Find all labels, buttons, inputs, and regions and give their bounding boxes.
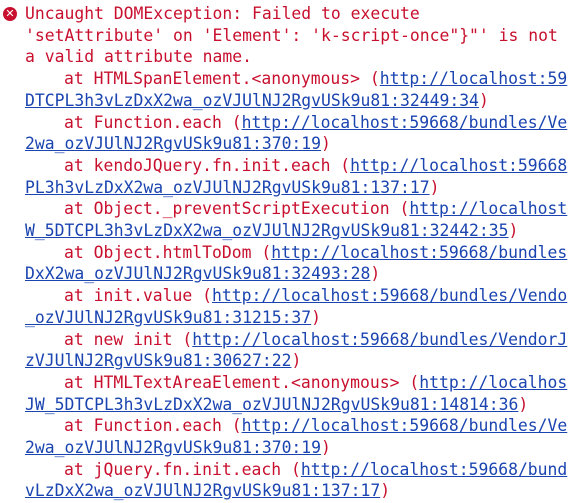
stack-frame-close-paren: ) [429, 177, 440, 197]
stack-frame-line: at Object.htmlToDom (http://localhost:59… [0, 242, 569, 264]
stack-frame-continuation: _ozVJUlNJ2RgvUSk9u81:31215:37) [0, 307, 569, 329]
stack-frame-close-paren: ) [380, 481, 391, 501]
stack-frame-function: at HTMLTextAreaElement.<anonymous> ( [64, 372, 420, 392]
stack-frame-function: at Object.htmlToDom ( [64, 242, 272, 262]
stack-frame-continuation: 2wa_ozVJUlNJ2RgvUSk9u81:370:19) [0, 133, 569, 155]
stack-frame-function: at new init ( [64, 329, 193, 349]
stack-frame-continuation: 2wa_ozVJUlNJ2RgvUSk9u81:370:19) [0, 437, 569, 459]
stack-frame-close-paren: ) [478, 90, 489, 110]
stack-frame-link[interactable]: 2wa_ozVJUlNJ2RgvUSk9u81:370:19 [25, 134, 321, 153]
stack-frame-continuation: zVJUlNJ2RgvUSk9u81:30627:22) [0, 350, 569, 372]
stack-frame-link[interactable]: DTCPL3h3vLzDxX2wa_ozVJUlNJ2RgvUSk9u81:32… [25, 91, 479, 110]
stack-frame-function: at HTMLSpanElement.<anonymous> ( [64, 69, 380, 89]
stack-frame-close-paren: ) [291, 351, 302, 371]
stack-frame-link[interactable]: http://localhost [409, 199, 567, 218]
stack-frame-line: at jQuery.fn.init.each (http://localhost… [0, 459, 569, 481]
stack-frame-link[interactable]: http://localhost:59668 [350, 156, 567, 175]
stack-frame-line: at HTMLSpanElement.<anonymous> (http://l… [0, 68, 569, 90]
stack-frame-line: at Function.each (http://localhost:59668… [0, 112, 569, 134]
error-message-line-2: 'setAttribute' on 'Element': 'k-script-o… [25, 25, 558, 45]
stack-frame-link[interactable]: http://localhost:59668/bundles/VendorJ [192, 330, 567, 349]
stack-frame-link[interactable]: http://localhost:59668/bund [301, 460, 567, 479]
stack-frame-link[interactable]: 2wa_ozVJUlNJ2RgvUSk9u81:370:19 [25, 438, 321, 457]
error-message-line-3: a valid attribute name. [25, 47, 252, 67]
stack-frame-line: at new init (http://localhost:59668/bund… [0, 329, 569, 351]
stack-frame-function: at kendoJQuery.fn.init.each ( [64, 155, 351, 175]
stack-frame-function: at init.value ( [64, 286, 213, 306]
stack-frame-close-paren: ) [311, 307, 322, 327]
stack-frame-close-paren: ) [518, 394, 529, 414]
stack-frame-link[interactable]: PL3h3vLzDxX2wa_ozVJUlNJ2RgvUSk9u81:137:1… [25, 178, 430, 197]
stack-frame-line: at init.value (http://localhost:59668/bu… [0, 285, 569, 307]
stack-frame-link[interactable]: vLzDxX2wa_ozVJUlNJ2RgvUSk9u81:137:17 [25, 481, 380, 500]
error-message-line-1: Uncaught DOMException: Failed to execute [25, 4, 420, 23]
stack-frame-continuation: vLzDxX2wa_ozVJUlNJ2RgvUSk9u81:137:17) [0, 480, 569, 502]
stack-frame-continuation: PL3h3vLzDxX2wa_ozVJUlNJ2RgvUSk9u81:137:1… [0, 177, 569, 199]
stack-frame-function: at jQuery.fn.init.each ( [64, 459, 301, 479]
stack-frame-line: at HTMLTextAreaElement.<anonymous> (http… [0, 372, 569, 394]
stack-frame-link[interactable]: W_5DTCPL3h3vLzDxX2wa_ozVJUlNJ2RgvUSk9u81… [25, 221, 509, 240]
stack-frame-continuation: DxX2wa_ozVJUlNJ2RgvUSk9u81:32493:28) [0, 263, 569, 285]
console-error-entry: ✕ Uncaught DOMException: Failed to execu… [0, 0, 569, 503]
stack-trace: at HTMLSpanElement.<anonymous> (http://l… [0, 68, 569, 502]
stack-frame-link[interactable]: zVJUlNJ2RgvUSk9u81:30627:22 [25, 351, 291, 370]
stack-frame-function: at Function.each ( [64, 416, 242, 436]
stack-frame-close-paren: ) [370, 264, 381, 284]
stack-frame-link[interactable]: http://localhost:59668/bundles/Ve [242, 416, 568, 435]
stack-frame-line: at Function.each (http://localhost:59668… [0, 415, 569, 437]
stack-frame-continuation: DTCPL3h3vLzDxX2wa_ozVJUlNJ2RgvUSk9u81:32… [0, 90, 569, 112]
stack-frame-close-paren: ) [321, 438, 331, 458]
stack-frame-function: at Object._preventScriptExecution ( [64, 199, 410, 219]
stack-frame-close-paren: ) [508, 221, 519, 241]
stack-frame-link[interactable]: http://localhost:59 [380, 69, 568, 88]
stack-frame-continuation: W_5DTCPL3h3vLzDxX2wa_ozVJUlNJ2RgvUSk9u81… [0, 220, 569, 242]
error-circle-icon: ✕ [3, 7, 17, 21]
stack-frame-line: at Object._preventScriptExecution (http:… [0, 198, 569, 220]
stack-frame-link[interactable]: http://localhos [419, 373, 567, 392]
stack-frame-link[interactable]: http://localhost:59668/bundles [271, 243, 567, 262]
stack-frame-link[interactable]: _ozVJUlNJ2RgvUSk9u81:31215:37 [25, 308, 311, 327]
stack-frame-link[interactable]: JW_5DTCPL3h3vLzDxX2wa_ozVJUlNJ2RgvUSk9u8… [25, 395, 518, 414]
stack-frame-function: at Function.each ( [64, 112, 242, 132]
stack-frame-continuation: JW_5DTCPL3h3vLzDxX2wa_ozVJUlNJ2RgvUSk9u8… [0, 394, 569, 416]
stack-frame-link[interactable]: DxX2wa_ozVJUlNJ2RgvUSk9u81:32493:28 [25, 264, 370, 283]
stack-frame-link[interactable]: http://localhost:59668/bundles/Vendo [212, 286, 567, 305]
stack-frame-close-paren: ) [321, 134, 331, 154]
stack-frame-link[interactable]: http://localhost:59668/bundles/Ve [242, 113, 568, 132]
stack-frame-line: at kendoJQuery.fn.init.each (http://loca… [0, 155, 569, 177]
